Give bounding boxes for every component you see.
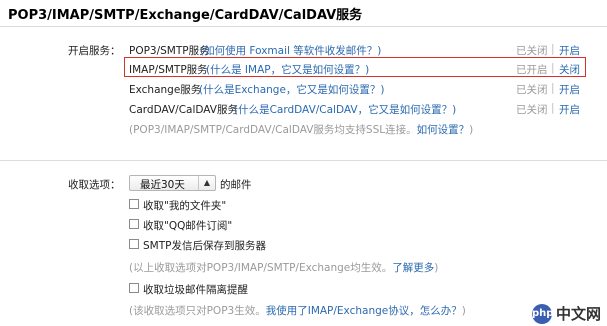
service-name: CardDAV/CalDAV服务 [129,104,238,116]
service-help-link[interactable]: (什么是CardDAV/CalDAV，它又是如何设置？) [234,102,456,117]
service-help-link[interactable]: (什么是 IMAP，它又是如何设置？) [206,62,369,77]
enable-link[interactable]: 开启 [559,82,580,97]
separator: | [551,102,555,114]
service-name: POP3/SMTP服务 [129,45,210,57]
select-arrow-icon: ▲ [198,176,215,190]
status-label: 已关闭 [516,45,548,57]
checkbox-label: 收取"我的文件夹" [143,200,227,212]
checkbox-label: 收取"QQ邮件订阅" [143,220,233,232]
enable-link[interactable]: 开启 [559,43,580,58]
separator: | [551,82,555,94]
ssl-note-text: (POP3/IMAP/SMTP/CardDAV/CalDAV服务均支持SSL连接… [129,124,417,136]
ssl-note: (POP3/IMAP/SMTP/CardDAV/CalDAV服务均支持SSL连接… [129,122,473,137]
select-value: 最近30天 [140,179,185,191]
checkbox-smtp-save[interactable] [129,239,139,249]
ssl-note-end: ) [469,124,474,136]
page-title: POP3/IMAP/SMTP/Exchange/CardDAV/CalDAV服务 [8,8,363,23]
divider [0,26,607,27]
receive-note-text: (以上收取选项对POP3/IMAP/SMTP/Exchange均生效。 [129,262,393,274]
date-range-select[interactable]: 最近30天 ▲ [129,175,216,191]
receive-options-label: 收取选项： [68,179,121,191]
enable-link[interactable]: 开启 [559,102,580,117]
status-label: 已关闭 [516,84,548,96]
service-help-link[interactable]: (如何使用 Foxmail 等软件收发邮件？) [200,43,381,58]
status-label: 已关闭 [516,104,548,116]
imap-exchange-help-link[interactable]: 我使用了IMAP/Exchange协议，怎么办？ [266,305,462,317]
disable-link[interactable]: 关闭 [559,62,580,77]
php-logo-icon: php [531,303,553,324]
checkbox-label: SMTP发信后保存到服务器 [143,240,266,252]
checkbox-my-folders[interactable] [129,199,139,209]
checkbox-qq-subscription[interactable] [129,219,139,229]
checkbox-label: 收取垃圾邮件隔离提醒 [143,284,248,296]
watermark-text: 中文网 [555,305,601,323]
service-name: Exchange服务 [129,84,202,96]
select-suffix: 的邮件 [220,179,252,191]
pop3-note-end: ) [461,305,466,317]
learn-more-link[interactable]: 了解更多 [392,262,434,274]
service-name: IMAP/SMTP服务 [129,64,208,76]
pop3-note: (该收取选项只对POP3生效。我使用了IMAP/Exchange协议，怎么办？) [129,303,466,318]
divider [0,160,607,161]
service-help-link[interactable]: (什么是Exchange，它又是如何设置？) [199,82,385,97]
pop3-note-text: (该收取选项只对POP3生效。 [129,305,266,317]
receive-note-end: ) [434,262,439,274]
status-label: 已开启 [516,64,548,76]
services-label: 开启服务： [68,45,121,57]
receive-note: (以上收取选项对POP3/IMAP/SMTP/Exchange均生效。了解更多) [129,260,438,275]
watermark: php 中文网 [531,303,601,324]
separator: | [551,62,555,74]
separator: | [551,43,555,55]
checkbox-spam-alert[interactable] [129,283,139,293]
ssl-setup-link[interactable]: 如何设置？ [417,124,470,136]
